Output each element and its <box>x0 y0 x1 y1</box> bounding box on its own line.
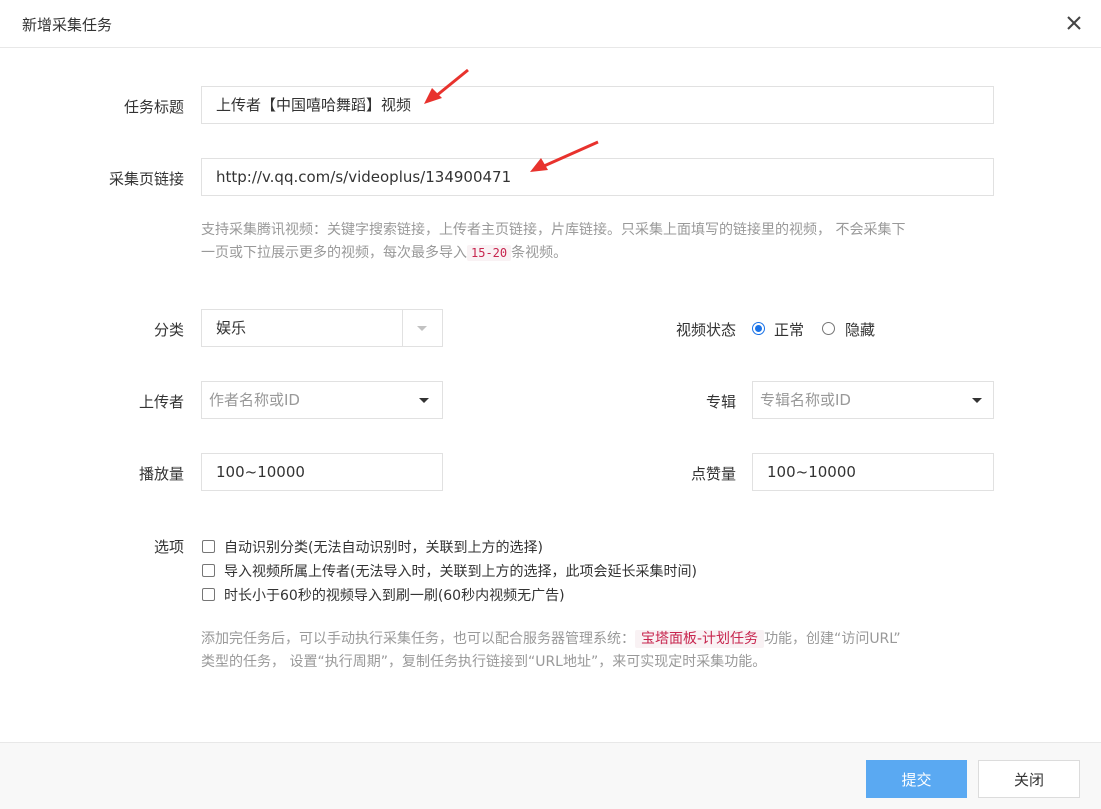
close-button[interactable]: 关闭 <box>978 760 1080 798</box>
like-count-label: 点赞量 <box>690 465 736 483</box>
select-divider <box>402 310 403 346</box>
task-title-input[interactable]: 上传者【中国嘻哈舞蹈】视频 <box>201 86 994 124</box>
import-limit-code: 15-20 <box>467 245 512 261</box>
import-uploader-checkbox[interactable] <box>202 564 215 577</box>
like-count-input[interactable]: 100~10000 <box>752 453 994 491</box>
album-select[interactable]: 专辑名称或ID <box>752 381 994 419</box>
schedule-hint-line1: 添加完任务后，可以手动执行采集任务，也可以配合服务器管理系统： 宝塔面板-计划任务… <box>201 628 1001 651</box>
status-hidden-radio[interactable] <box>822 322 835 335</box>
uploader-select[interactable]: 作者名称或ID <box>201 381 443 419</box>
submit-button[interactable]: 提交 <box>866 760 967 798</box>
status-normal-radio[interactable] <box>752 322 765 335</box>
category-label: 分类 <box>153 321 184 339</box>
uploader-placeholder: 作者名称或ID <box>209 391 300 409</box>
video-status-label: 视频状态 <box>675 321 736 339</box>
schedule-hint-text: 添加完任务后，可以手动执行采集任务，也可以配合服务器管理系统： <box>201 631 635 647</box>
auto-category-label: 自动识别分类(无法自动识别时，关联到上方的选择) <box>224 540 543 556</box>
annotation-arrow-icon <box>424 68 469 104</box>
play-count-label: 播放量 <box>138 465 184 483</box>
category-select[interactable]: 娱乐 <box>201 309 443 347</box>
chevron-down-icon <box>972 398 982 403</box>
collect-url-label: 采集页链接 <box>108 170 184 188</box>
import-uploader-label: 导入视频所属上传者(无法导入时，关联到上方的选择，此项会延长采集时间) <box>224 564 697 580</box>
status-hidden-label: 隐藏 <box>845 321 876 339</box>
dialog-title: 新增采集任务 <box>22 16 113 34</box>
play-count-input[interactable]: 100~10000 <box>201 453 443 491</box>
close-icon[interactable] <box>1063 12 1085 34</box>
annotation-arrow-icon <box>530 140 599 172</box>
auto-category-checkbox[interactable] <box>202 540 215 553</box>
short-video-checkbox[interactable] <box>202 588 215 601</box>
album-placeholder: 专辑名称或ID <box>760 391 851 409</box>
schedule-hint-text-2: 功能，创建“访问URL” <box>764 631 901 647</box>
bt-panel-tag: 宝塔面板-计划任务 <box>635 630 765 648</box>
chevron-down-icon <box>419 398 429 403</box>
url-hint-line2: 一页或下拉展示更多的视频，每次最多导入 15-20 条视频。 <box>201 242 1001 265</box>
url-hint-text-end: 条视频。 <box>511 245 568 261</box>
dialog-footer: 提交 关闭 <box>0 742 1101 809</box>
album-label: 专辑 <box>705 393 736 411</box>
schedule-hint-line2: 类型的任务， 设置“执行周期”，复制任务执行链接到“URL地址”，来可实现定时采… <box>201 654 767 670</box>
short-video-label: 时长小于60秒的视频导入到刷一刷(60秒内视频无广告) <box>224 588 565 604</box>
dialog-header: 新增采集任务 <box>0 0 1101 48</box>
options-label: 选项 <box>153 538 184 556</box>
url-hint-line1: 支持采集腾讯视频：关键字搜索链接，上传者主页链接，片库链接。只采集上面填写的链接… <box>201 222 906 238</box>
schedule-hint: 添加完任务后，可以手动执行采集任务，也可以配合服务器管理系统： 宝塔面板-计划任务… <box>201 628 1001 674</box>
task-title-label: 任务标题 <box>123 98 184 116</box>
url-hint: 支持采集腾讯视频：关键字搜索链接，上传者主页链接，片库链接。只采集上面填写的链接… <box>201 219 1001 265</box>
status-normal-label: 正常 <box>774 321 805 339</box>
new-collect-task-dialog: 新增采集任务 任务标题 上传者【中国嘻哈舞蹈】视频 采集页链接 http://v… <box>0 0 1101 809</box>
url-hint-text: 一页或下拉展示更多的视频，每次最多导入 <box>201 245 467 261</box>
uploader-label: 上传者 <box>138 393 184 411</box>
chevron-down-icon <box>417 326 427 331</box>
category-value: 娱乐 <box>216 319 247 337</box>
